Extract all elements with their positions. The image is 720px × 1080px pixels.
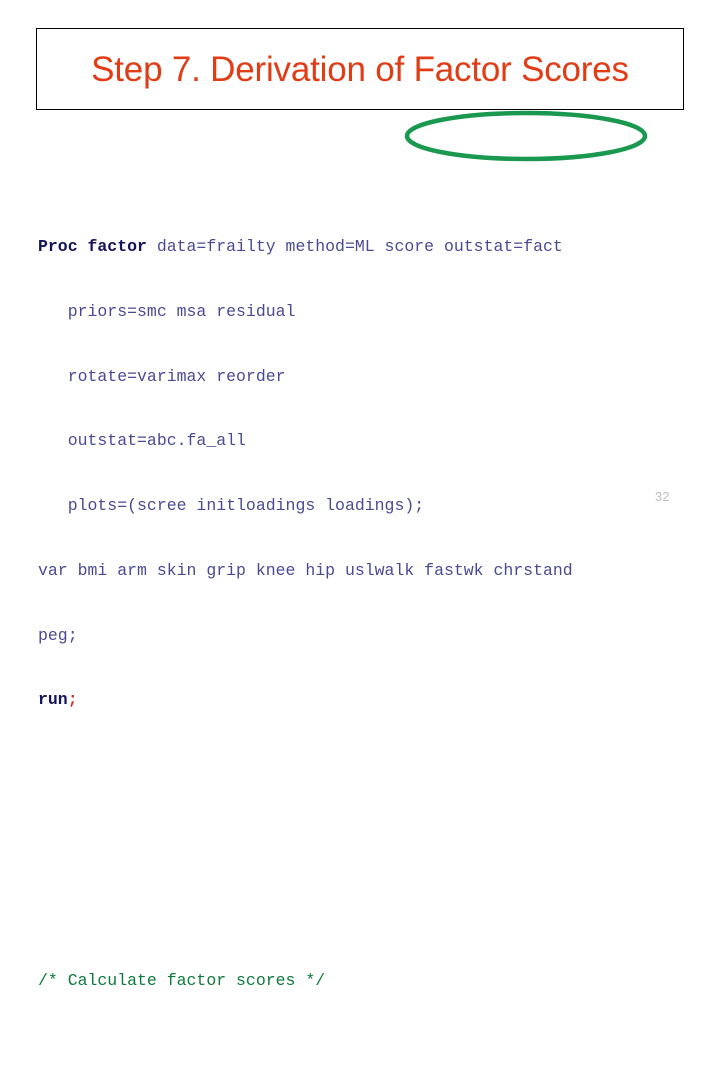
- code-line: priors=smc msa residual: [38, 301, 296, 321]
- code-spacer: [38, 819, 678, 841]
- code-line: peg;: [38, 625, 78, 645]
- code-comment: /* Calculate factor scores */: [38, 971, 326, 991]
- code-line: run;: [38, 689, 678, 711]
- code-semicolon: ;: [67, 690, 78, 710]
- page-number: 32: [655, 489, 670, 504]
- code-text: data=frailty method=ML score outstat=fac…: [146, 236, 563, 256]
- code-spacer: [38, 1057, 678, 1079]
- page-title: Step 7. Derivation of Factor Scores: [91, 49, 629, 89]
- code-block: Proc factor data=frailty method=ML score…: [38, 128, 678, 1080]
- code-line: Proc factor data=frailty method=ML score…: [38, 236, 678, 258]
- code-line: outstat=abc.fa_all: [38, 431, 246, 451]
- code-line: var bmi arm skin grip knee hip uslwalk f…: [38, 560, 573, 580]
- code-line: rotate=varimax reorder: [38, 366, 286, 386]
- code-keyword: Proc factor: [38, 236, 147, 256]
- code-spacer: [38, 884, 678, 906]
- code-keyword: run: [38, 690, 68, 710]
- title-box: Step 7. Derivation of Factor Scores: [36, 28, 684, 110]
- slide-canvas: Step 7. Derivation of Factor Scores Proc…: [0, 0, 720, 990]
- sas-proc-factor-block: Proc factor data=frailty method=ML score…: [38, 193, 678, 754]
- code-line: plots=(scree initloadings loadings);: [38, 496, 425, 516]
